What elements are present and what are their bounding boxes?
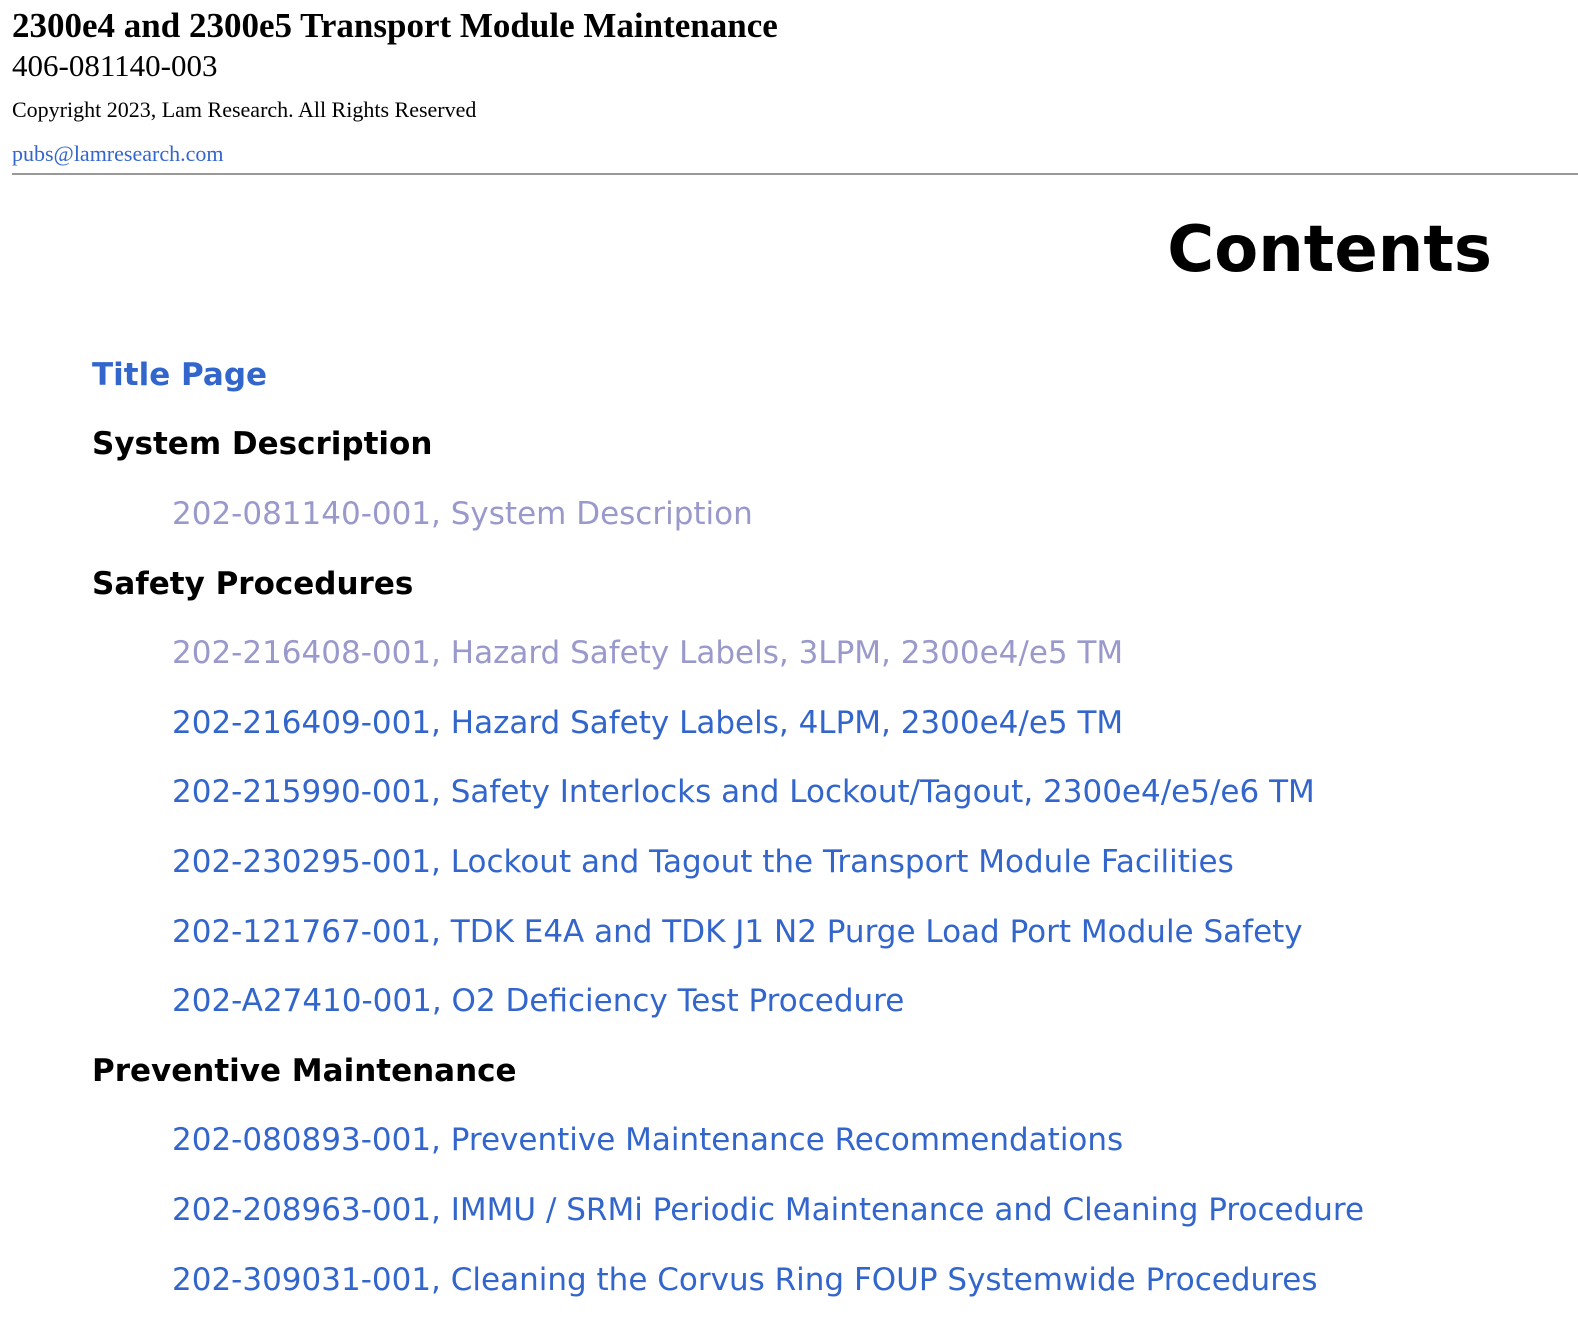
toc-link[interactable]: 202-A27410-001, O2 Deficiency Test Proce… [92, 983, 904, 1019]
toc-row: 202-081140-001, System Description [92, 479, 1578, 549]
toc-row: Safety Procedures [92, 549, 1578, 619]
toc-row: 202-080893-001, Preventive Maintenance R… [92, 1106, 1578, 1176]
toc-row: Title Page [92, 340, 1578, 410]
section-heading-safety-procedures: Safety Procedures [92, 565, 414, 602]
section-heading-preventive-maintenance: Preventive Maintenance [92, 1052, 517, 1089]
toc-link[interactable]: 202-121767-001, TDK E4A and TDK J1 N2 Pu… [92, 914, 1303, 950]
toc-row: 202-A27410-001, O2 Deficiency Test Proce… [92, 966, 1578, 1036]
toc-link[interactable]: 202-216408-001, Hazard Safety Labels, 3L… [92, 635, 1123, 671]
title-page-link[interactable]: Title Page [92, 357, 267, 393]
toc-row: System Description [92, 410, 1578, 480]
toc-link[interactable]: 202-208963-001, IMMU / SRMi Periodic Mai… [92, 1192, 1364, 1228]
contents-heading: Contents [1167, 213, 1492, 287]
header-divider [12, 173, 1578, 175]
document-header: 2300e4 and 2300e5 Transport Module Maint… [12, 0, 1578, 168]
document-title: 2300e4 and 2300e5 Transport Module Maint… [12, 6, 778, 45]
section-heading-system-description: System Description [92, 426, 433, 463]
toc-link[interactable]: 202-080893-001, Preventive Maintenance R… [92, 1122, 1123, 1158]
document-number: 406-081140-003 [12, 48, 218, 83]
table-of-contents: Title Page System Description 202-081140… [92, 340, 1578, 1314]
toc-link[interactable]: 202-081140-001, System Description [92, 496, 753, 532]
toc-row: 202-216408-001, Hazard Safety Labels, 3L… [92, 618, 1578, 688]
toc-link[interactable]: 202-216409-001, Hazard Safety Labels, 4L… [92, 705, 1123, 741]
toc-row: 202-230295-001, Lockout and Tagout the T… [92, 827, 1578, 897]
toc-link[interactable]: 202-230295-001, Lockout and Tagout the T… [92, 844, 1234, 880]
toc-row: 202-208963-001, IMMU / SRMi Periodic Mai… [92, 1175, 1578, 1245]
toc-link[interactable]: 202-215990-001, Safety Interlocks and Lo… [92, 774, 1315, 810]
toc-row: 202-121767-001, TDK E4A and TDK J1 N2 Pu… [92, 897, 1578, 967]
toc-link[interactable]: 202-309031-001, Cleaning the Corvus Ring… [92, 1262, 1318, 1298]
toc-row: 202-215990-001, Safety Interlocks and Lo… [92, 758, 1578, 828]
copyright-notice: Copyright 2023, Lam Research. All Rights… [12, 97, 477, 122]
toc-row: Preventive Maintenance [92, 1036, 1578, 1106]
toc-row: 202-216409-001, Hazard Safety Labels, 4L… [92, 688, 1578, 758]
toc-row: 202-309031-001, Cleaning the Corvus Ring… [92, 1245, 1578, 1315]
email-link[interactable]: pubs@lamresearch.com [12, 140, 223, 168]
